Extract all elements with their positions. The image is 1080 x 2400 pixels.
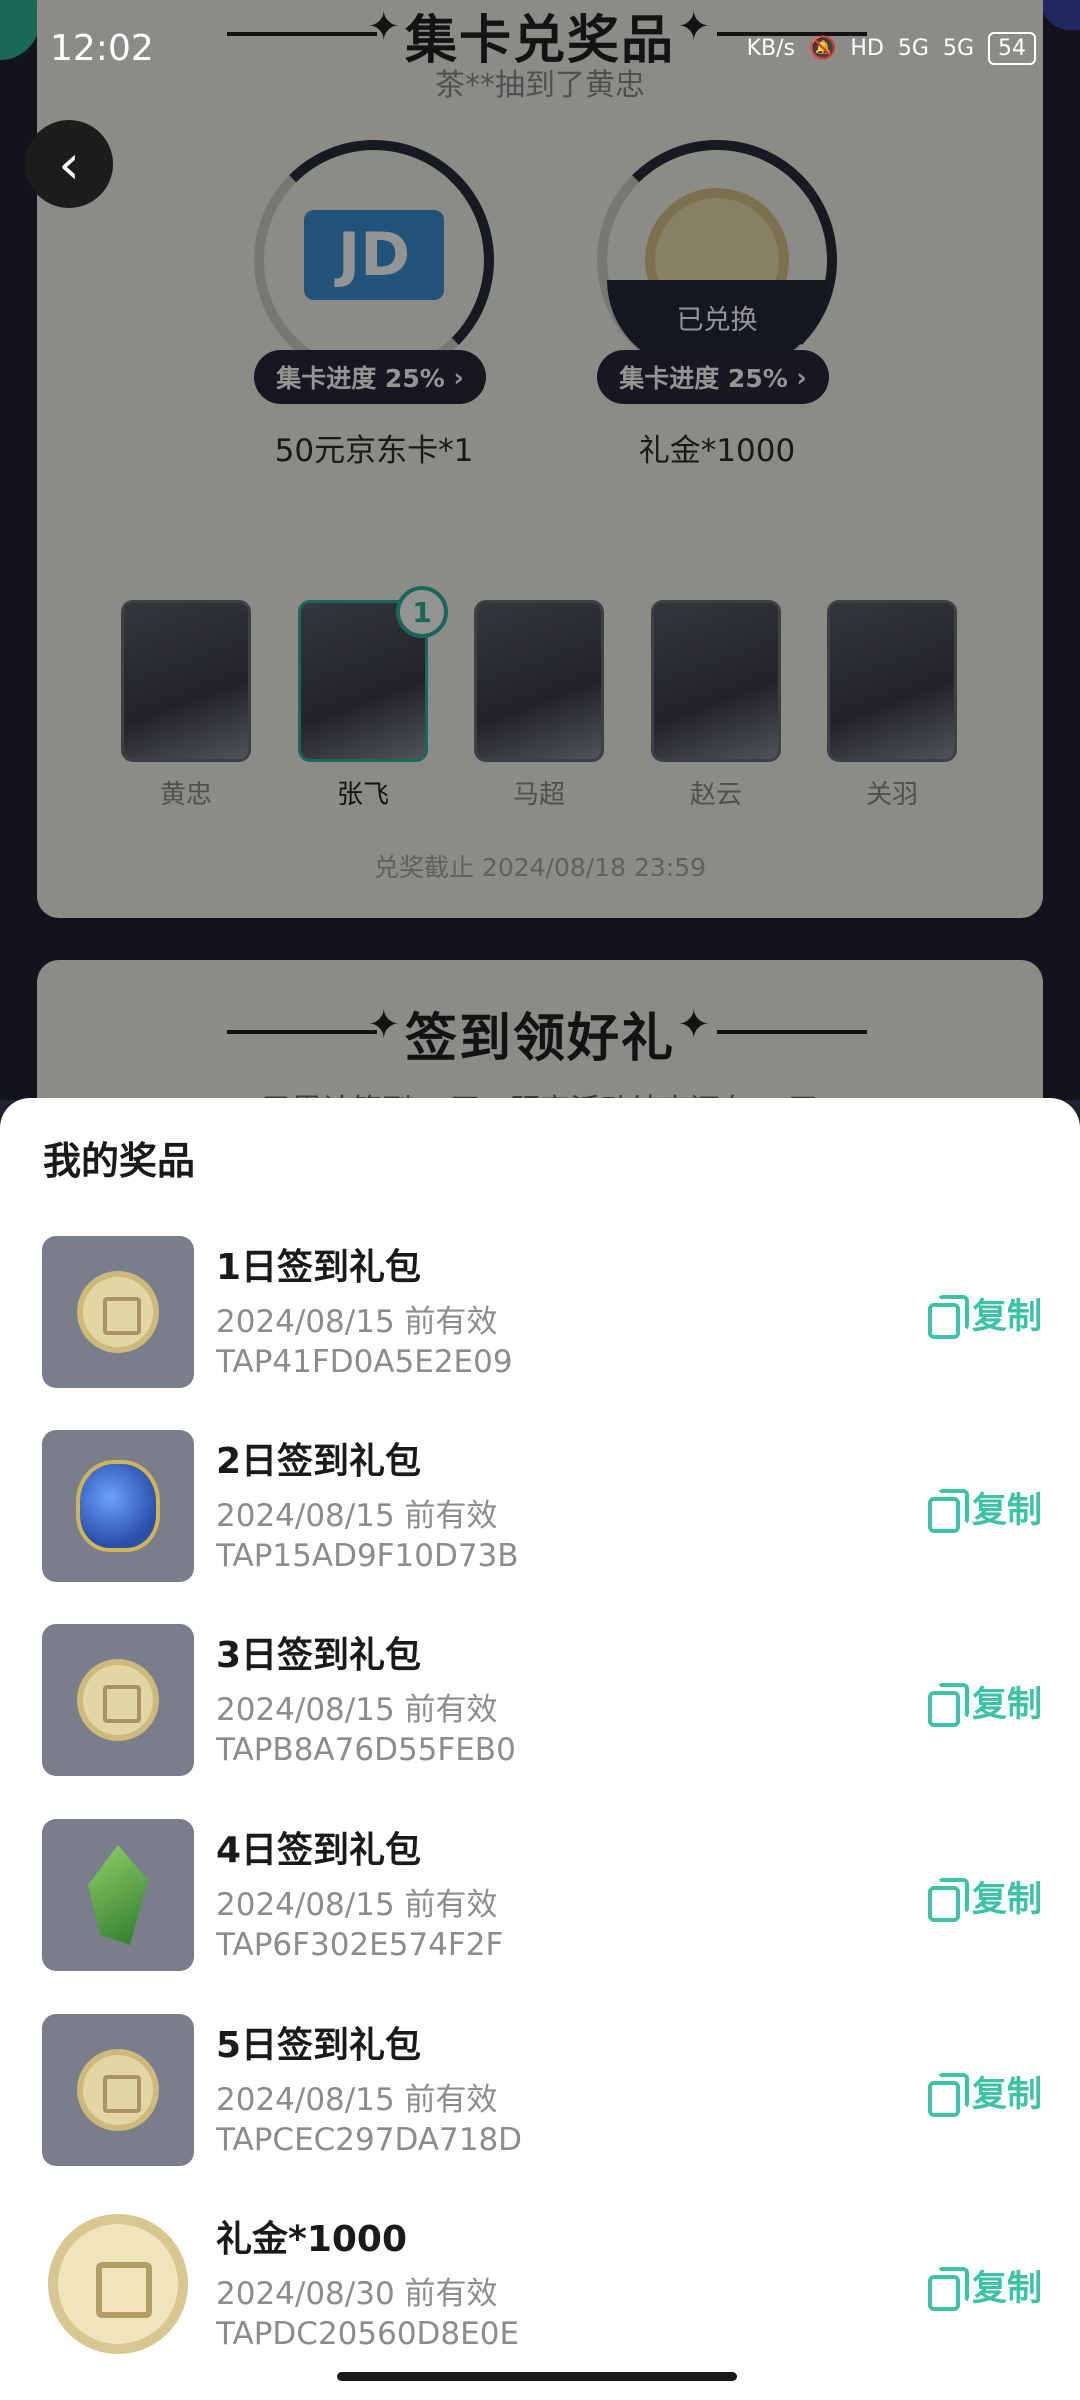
sheet-title: 我的奖品 — [43, 1139, 196, 1183]
copy-icon — [927, 1488, 969, 1533]
prize-thumbnail — [42, 1819, 194, 1971]
prize-title: 1日签到礼包 — [216, 1247, 422, 1288]
prize-title: 3日签到礼包 — [216, 1635, 422, 1676]
prize-expiry: 2024/08/15 前有效 — [216, 1692, 498, 1728]
signal-icon: 5G — [942, 36, 974, 61]
coin-icon — [77, 2049, 159, 2131]
copy-button[interactable]: 复制 — [927, 2260, 1042, 2311]
status-time: 12:02 — [50, 28, 154, 69]
prize-thumbnail — [42, 1236, 194, 1388]
copy-icon — [927, 1682, 969, 1727]
status-icons: KB/s 🔕 HD 5G 5G 54 — [747, 32, 1036, 65]
copy-label: 复制 — [971, 1880, 1042, 1920]
my-prizes-sheet: 我的奖品 1日签到礼包 2024/08/15 前有效 TAP41FD0A5E2E… — [0, 1098, 1080, 2400]
prize-title: 2日签到礼包 — [216, 1441, 422, 1482]
prize-list-item: 礼金*1000 2024/08/30 前有效 TAPDC20560D8E0E 复… — [42, 2208, 1042, 2363]
prize-code: TAP15AD9F10D73B — [216, 1538, 519, 1574]
status-bar: 12:02 KB/s 🔕 HD 5G 5G 54 — [0, 0, 1080, 100]
copy-button[interactable]: 复制 — [927, 1288, 1042, 1339]
prize-thumbnail — [42, 1430, 194, 1582]
prize-code: TAPB8A76D55FEB0 — [216, 1732, 516, 1768]
prize-expiry: 2024/08/15 前有效 — [216, 1304, 498, 1340]
prize-code: TAPDC20560D8E0E — [216, 2316, 520, 2352]
copy-label: 复制 — [971, 2075, 1042, 2115]
copy-icon — [927, 2266, 969, 2311]
prize-thumbnail — [42, 1624, 194, 1776]
prize-code: TAP41FD0A5E2E09 — [216, 1344, 513, 1380]
coin-icon — [77, 1659, 159, 1741]
prize-title: 5日签到礼包 — [216, 2025, 422, 2066]
copy-button[interactable]: 复制 — [927, 2066, 1042, 2117]
bell-icon: 🔕 — [809, 36, 837, 61]
copy-label: 复制 — [971, 1685, 1042, 1725]
prize-list-item: 5日签到礼包 2024/08/15 前有效 TAPCEC297DA718D 复制 — [42, 2014, 1042, 2169]
prize-list-item: 2日签到礼包 2024/08/15 前有效 TAP15AD9F10D73B 复制 — [42, 1430, 1042, 1585]
prize-list-item: 3日签到礼包 2024/08/15 前有效 TAPB8A76D55FEB0 复制 — [42, 1624, 1042, 1779]
prize-thumbnail — [42, 2014, 194, 2166]
copy-label: 复制 — [971, 1491, 1042, 1531]
prize-expiry: 2024/08/15 前有效 — [216, 1498, 498, 1534]
coin-icon — [77, 1271, 159, 1353]
copy-icon — [927, 1294, 969, 1339]
modal-backdrop[interactable] — [0, 0, 1080, 1100]
prize-title: 礼金*1000 — [216, 2219, 408, 2260]
copy-button[interactable]: 复制 — [927, 1676, 1042, 1727]
battery-icon: 54 — [988, 32, 1036, 65]
coin-large-icon — [48, 2214, 188, 2354]
copy-label: 复制 — [971, 2269, 1042, 2309]
copy-icon — [927, 1877, 969, 1922]
prize-code: TAPCEC297DA718D — [216, 2122, 523, 2158]
copy-button[interactable]: 复制 — [927, 1871, 1042, 1922]
network-speed: KB/s — [746, 36, 796, 61]
copy-label: 复制 — [971, 1297, 1042, 1337]
bag-icon — [76, 1460, 160, 1552]
home-indicator[interactable] — [337, 2372, 737, 2381]
prize-expiry: 2024/08/15 前有效 — [216, 1887, 498, 1923]
back-button[interactable]: ‹ — [25, 120, 113, 208]
prize-thumbnail — [42, 2208, 194, 2360]
prize-expiry: 2024/08/15 前有效 — [216, 2082, 498, 2118]
hd-icon: HD — [850, 36, 884, 61]
prize-code: TAP6F302E574F2F — [216, 1927, 504, 1963]
prize-list-item: 4日签到礼包 2024/08/15 前有效 TAP6F302E574F2F 复制 — [42, 1819, 1042, 1974]
prize-expiry: 2024/08/30 前有效 — [216, 2276, 498, 2312]
signal-icon: 5G — [897, 36, 929, 61]
gem-icon — [88, 1845, 148, 1945]
prize-list-item: 1日签到礼包 2024/08/15 前有效 TAP41FD0A5E2E09 复制 — [42, 1236, 1042, 1391]
chevron-left-icon: ‹ — [58, 132, 80, 196]
prize-title: 4日签到礼包 — [216, 1830, 422, 1871]
copy-button[interactable]: 复制 — [927, 1482, 1042, 1533]
copy-icon — [927, 2072, 969, 2117]
